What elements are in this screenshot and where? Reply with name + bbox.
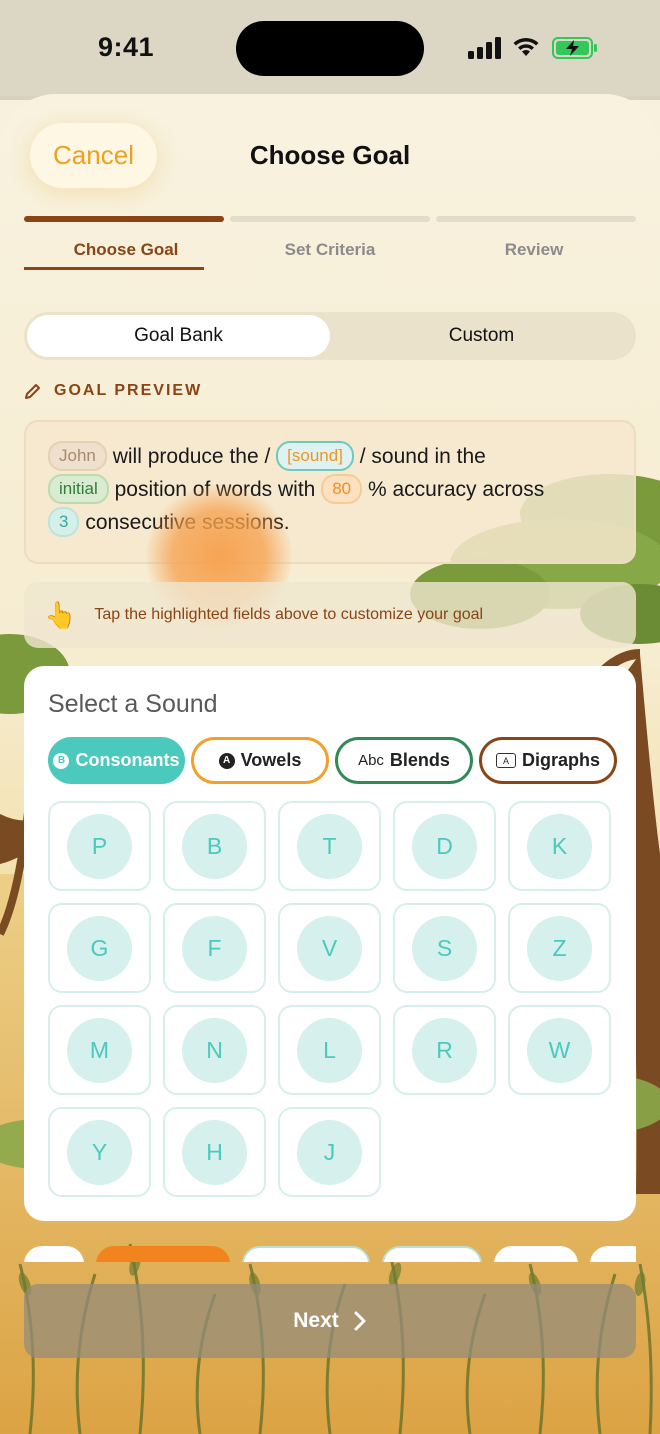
- sound-key-j[interactable]: J: [278, 1107, 381, 1197]
- next-button[interactable]: Next: [24, 1284, 636, 1358]
- student-name-chip[interactable]: John: [48, 441, 107, 471]
- sound-key-label: G: [67, 915, 132, 981]
- signal-icon: [468, 37, 501, 59]
- sound-key-label: Y: [67, 1119, 132, 1185]
- sound-key-k[interactable]: K: [508, 801, 611, 891]
- sound-key-r[interactable]: R: [393, 1005, 496, 1095]
- step-set-criteria[interactable]: Set Criteria: [228, 240, 432, 260]
- sound-key-label: J: [297, 1119, 362, 1185]
- sound-key-b[interactable]: B: [163, 801, 266, 891]
- peek-chip: [494, 1246, 578, 1262]
- tab-vowels[interactable]: A Vowels: [191, 737, 329, 784]
- peek-chip: [382, 1246, 482, 1262]
- step-labels: Choose Goal Set Criteria Review: [24, 240, 636, 260]
- sound-key-p[interactable]: P: [48, 801, 151, 891]
- sound-key-label: M: [67, 1017, 132, 1083]
- sound-key-label: L: [297, 1017, 362, 1083]
- consonant-badge-icon: B: [53, 752, 70, 769]
- sound-key-h[interactable]: H: [163, 1107, 266, 1197]
- sound-key-label: S: [412, 915, 477, 981]
- blends-abc-icon: Abc: [358, 752, 384, 769]
- sound-key-label: W: [527, 1017, 592, 1083]
- chevron-right-icon: [354, 1311, 366, 1331]
- sound-key-label: R: [412, 1017, 477, 1083]
- sound-key-m[interactable]: M: [48, 1005, 151, 1095]
- sound-picker-title: Select a Sound: [48, 690, 218, 718]
- peek-chip-selected: [96, 1246, 230, 1262]
- sound-key-z[interactable]: Z: [508, 903, 611, 993]
- next-label: Next: [293, 1309, 339, 1332]
- goal-preview-card: John will produce the / [sound] / sound …: [24, 420, 636, 564]
- sound-key-g[interactable]: G: [48, 903, 151, 993]
- goal-text-2: / sound in the: [359, 445, 486, 468]
- goal-text-4: % accuracy across: [367, 478, 545, 501]
- tab-blends[interactable]: Abc Blends: [335, 737, 473, 784]
- progress-segment-3: [436, 216, 636, 222]
- sound-key-label: V: [297, 915, 362, 981]
- hint-text: Tap the highlighted fields above to cust…: [94, 606, 484, 623]
- digraphs-icon: A: [495, 753, 516, 768]
- custom-option[interactable]: Custom: [330, 315, 633, 357]
- goal-preview-label: GOAL PREVIEW: [54, 382, 203, 399]
- wifi-icon: [513, 37, 539, 56]
- accuracy-chip[interactable]: 80: [321, 474, 363, 504]
- dynamic-island: [236, 21, 424, 76]
- sound-key-d[interactable]: D: [393, 801, 496, 891]
- sound-key-w[interactable]: W: [508, 1005, 611, 1095]
- sound-key-label: D: [412, 813, 477, 879]
- page-title: Choose Goal: [249, 140, 411, 170]
- sessions-chip[interactable]: 3: [48, 507, 80, 537]
- sound-key-y[interactable]: Y: [48, 1107, 151, 1197]
- sound-key-s[interactable]: S: [393, 903, 496, 993]
- sound-chip[interactable]: [sound]: [276, 441, 354, 471]
- sound-key-t[interactable]: T: [278, 801, 381, 891]
- peek-chip: [24, 1246, 84, 1262]
- sound-key-label: K: [527, 813, 592, 879]
- sound-key-label: H: [182, 1119, 247, 1185]
- goal-bank-option[interactable]: Goal Bank: [27, 315, 330, 357]
- battery-charging-icon: [552, 37, 597, 59]
- pointing-hand-icon: 👆: [44, 599, 77, 630]
- sound-picker-panel: Select a Sound B Consonants A Vowels Abc…: [24, 666, 636, 1221]
- hint-banner: 👆 Tap the highlighted fields above to cu…: [24, 582, 636, 648]
- sound-category-tabs: B Consonants A Vowels Abc Blends A Digra…: [48, 737, 617, 784]
- sound-key-label: F: [182, 915, 247, 981]
- sound-key-f[interactable]: F: [163, 903, 266, 993]
- sound-key-label: B: [182, 813, 247, 879]
- tab-digraphs[interactable]: A Digraphs: [479, 737, 617, 784]
- pencil-icon: [25, 384, 40, 399]
- active-step-underline: [24, 267, 204, 270]
- sound-key-v[interactable]: V: [278, 903, 381, 993]
- sound-key-label: Z: [527, 915, 592, 981]
- tab-label: Digraphs: [521, 750, 600, 770]
- tab-label: Vowels: [240, 750, 302, 770]
- sound-key-label: T: [297, 813, 362, 879]
- sound-key-n[interactable]: N: [163, 1005, 266, 1095]
- sound-key-label: P: [67, 813, 132, 879]
- progress-segment-1: [24, 216, 224, 222]
- more-options-peek: [24, 1242, 636, 1262]
- sound-key-label: N: [182, 1017, 247, 1083]
- tab-label: Blends: [389, 750, 450, 770]
- step-review[interactable]: Review: [432, 240, 636, 260]
- goal-preview-header: GOAL PREVIEW: [24, 382, 202, 400]
- step-choose-goal[interactable]: Choose Goal: [24, 240, 228, 260]
- goal-sheet: Cancel Choose Goal Choose Goal Set Crite…: [0, 94, 660, 1434]
- goal-source-segmented-control: Goal Bank Custom: [24, 312, 636, 360]
- position-chip[interactable]: initial: [48, 474, 109, 504]
- vowel-badge-icon: A: [218, 752, 235, 769]
- status-bar: 9:41: [0, 0, 660, 96]
- progress-segment-2: [230, 216, 430, 222]
- step-progress: [24, 216, 636, 222]
- status-time: 9:41: [98, 32, 155, 62]
- sound-grid: PBTDK GFVSZ MNLRW YHJ: [48, 801, 611, 1197]
- peek-chip: [242, 1246, 370, 1262]
- sound-key-l[interactable]: L: [278, 1005, 381, 1095]
- peek-chip: [590, 1246, 636, 1262]
- goal-text-1: will produce the /: [112, 445, 271, 468]
- tab-consonants[interactable]: B Consonants: [48, 737, 185, 784]
- tab-label: Consonants: [75, 750, 180, 770]
